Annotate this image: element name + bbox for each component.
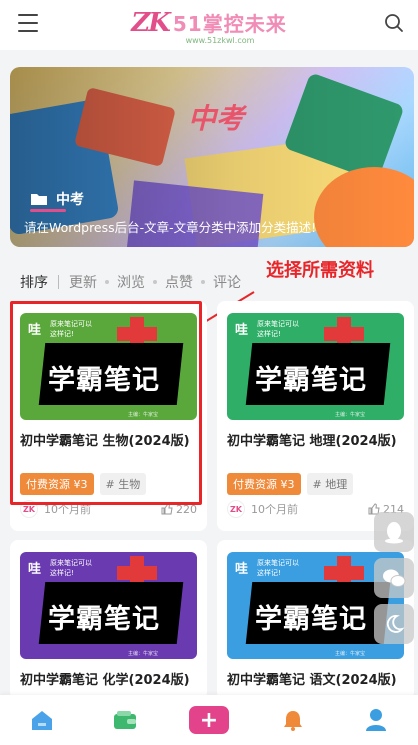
- site-logo[interactable]: ZK 51掌控未来 www.51zkwl.com: [131, 8, 286, 45]
- folder-icon: [31, 194, 47, 205]
- thumb-wa: 哇: [235, 323, 249, 338]
- logo-text: 51掌控未来: [172, 12, 287, 36]
- post-title[interactable]: 初中学霸笔记 语文(2024版): [227, 669, 397, 688]
- paid-tag[interactable]: 付费资源 ¥3: [20, 473, 94, 495]
- filter-views[interactable]: 浏览: [117, 272, 145, 292]
- post-thumbnail[interactable]: 哇 原来笔记可以 这样记! 学霸笔记 主编：牛家宝: [20, 552, 197, 659]
- author-avatar[interactable]: ZK: [20, 500, 38, 518]
- thumb-wa: 哇: [235, 562, 249, 577]
- post-card[interactable]: 哇 原来笔记可以 这样记! 学霸笔记 主编：牛家宝 初中学霸笔记 化学(2024…: [10, 540, 207, 700]
- thumbs-up-icon: [161, 503, 173, 515]
- thumb-title: 学霸笔记: [48, 604, 160, 635]
- banner-category: 中考: [30, 189, 84, 209]
- nav-home[interactable]: [22, 702, 62, 738]
- search-icon[interactable]: [384, 13, 404, 33]
- thumb-title: 学霸笔记: [48, 365, 160, 396]
- thumb-credit: 主编：牛家宝: [128, 412, 159, 418]
- nav-notifications[interactable]: [273, 702, 313, 738]
- nav-wallet[interactable]: [105, 702, 145, 738]
- thumb-sub: 原来笔记可以 这样记!: [257, 320, 299, 338]
- like-count[interactable]: 220: [161, 503, 197, 516]
- annotation-text: 选择所需资料: [266, 260, 374, 281]
- thumb-credit: 主编：牛家宝: [128, 651, 159, 657]
- wechat-icon: [383, 569, 406, 587]
- bell-icon: [283, 711, 302, 731]
- post-card[interactable]: 哇 原来笔记可以 这样记! 学霸笔记 主编：牛家宝 初中学霸笔记 生物(2024…: [10, 301, 207, 531]
- post-thumbnail[interactable]: 哇 原来笔记可以 这样记! 学霸笔记 主编：牛家宝: [227, 313, 404, 420]
- thumb-credit: 主编：牛家宝: [335, 412, 366, 418]
- banner-logo: 中考: [188, 102, 245, 135]
- home-icon: [31, 711, 52, 730]
- thumb-sub: 原来笔记可以 这样记!: [50, 559, 92, 577]
- dark-mode-toggle[interactable]: [374, 604, 414, 644]
- banner-category-label: 中考: [56, 192, 84, 208]
- thumb-title: 学霸笔记: [255, 365, 367, 396]
- post-title[interactable]: 初中学霸笔记 化学(2024版): [20, 669, 190, 688]
- thumb-wa: 哇: [28, 323, 42, 338]
- post-thumbnail[interactable]: 哇 原来笔记可以 这样记! 学霸笔记 主编：牛家宝: [20, 313, 197, 420]
- user-icon: [366, 709, 387, 731]
- author-avatar[interactable]: ZK: [227, 500, 245, 518]
- logo-mark: ZK: [131, 7, 171, 38]
- like-count-value: 220: [176, 502, 197, 516]
- post-time: 10个月前: [251, 503, 298, 516]
- menu-icon[interactable]: [18, 14, 38, 32]
- thumb-credit: 主编：牛家宝: [335, 651, 366, 657]
- post-title[interactable]: 初中学霸笔记 生物(2024版): [20, 430, 190, 449]
- nav-profile[interactable]: [356, 702, 396, 738]
- thumb-sub: 原来笔记可以 这样记!: [257, 559, 299, 577]
- bottom-navigation: +: [0, 695, 418, 745]
- subject-tag[interactable]: # 地理: [306, 473, 354, 495]
- post-title[interactable]: 初中学霸笔记 地理(2024版): [227, 430, 397, 449]
- banner-underline: [30, 209, 66, 212]
- category-banner[interactable]: 中考 中考 请在Wordpress后台-文章-文章分类中添加分类描述!: [10, 67, 414, 247]
- plus-icon: +: [188, 706, 229, 734]
- sort-label: 排序: [20, 275, 48, 291]
- thumb-title: 学霸笔记: [255, 604, 367, 635]
- nav-publish[interactable]: +: [188, 702, 229, 738]
- thumb-wa: 哇: [28, 562, 42, 577]
- subject-tag[interactable]: # 生物: [99, 473, 147, 495]
- qq-icon: [385, 522, 403, 544]
- top-header: ZK 51掌控未来 www.51zkwl.com: [0, 0, 418, 50]
- wallet-icon: [114, 711, 137, 729]
- paid-tag[interactable]: 付费资源 ¥3: [227, 473, 301, 495]
- post-time: 10个月前: [44, 503, 91, 516]
- wechat-contact-button[interactable]: [374, 558, 414, 598]
- post-card[interactable]: 哇 原来笔记可以 这样记! 学霸笔记 主编：牛家宝 初中学霸笔记 地理(2024…: [217, 301, 414, 531]
- banner-description: 请在Wordpress后台-文章-文章分类中添加分类描述!: [24, 220, 317, 235]
- moon-icon: [386, 615, 405, 633]
- qq-contact-button[interactable]: [374, 512, 414, 552]
- logo-url: www.51zkwl.com: [185, 35, 255, 45]
- thumb-sub: 原来笔记可以 这样记!: [50, 320, 92, 338]
- filter-update[interactable]: 更新: [69, 272, 97, 292]
